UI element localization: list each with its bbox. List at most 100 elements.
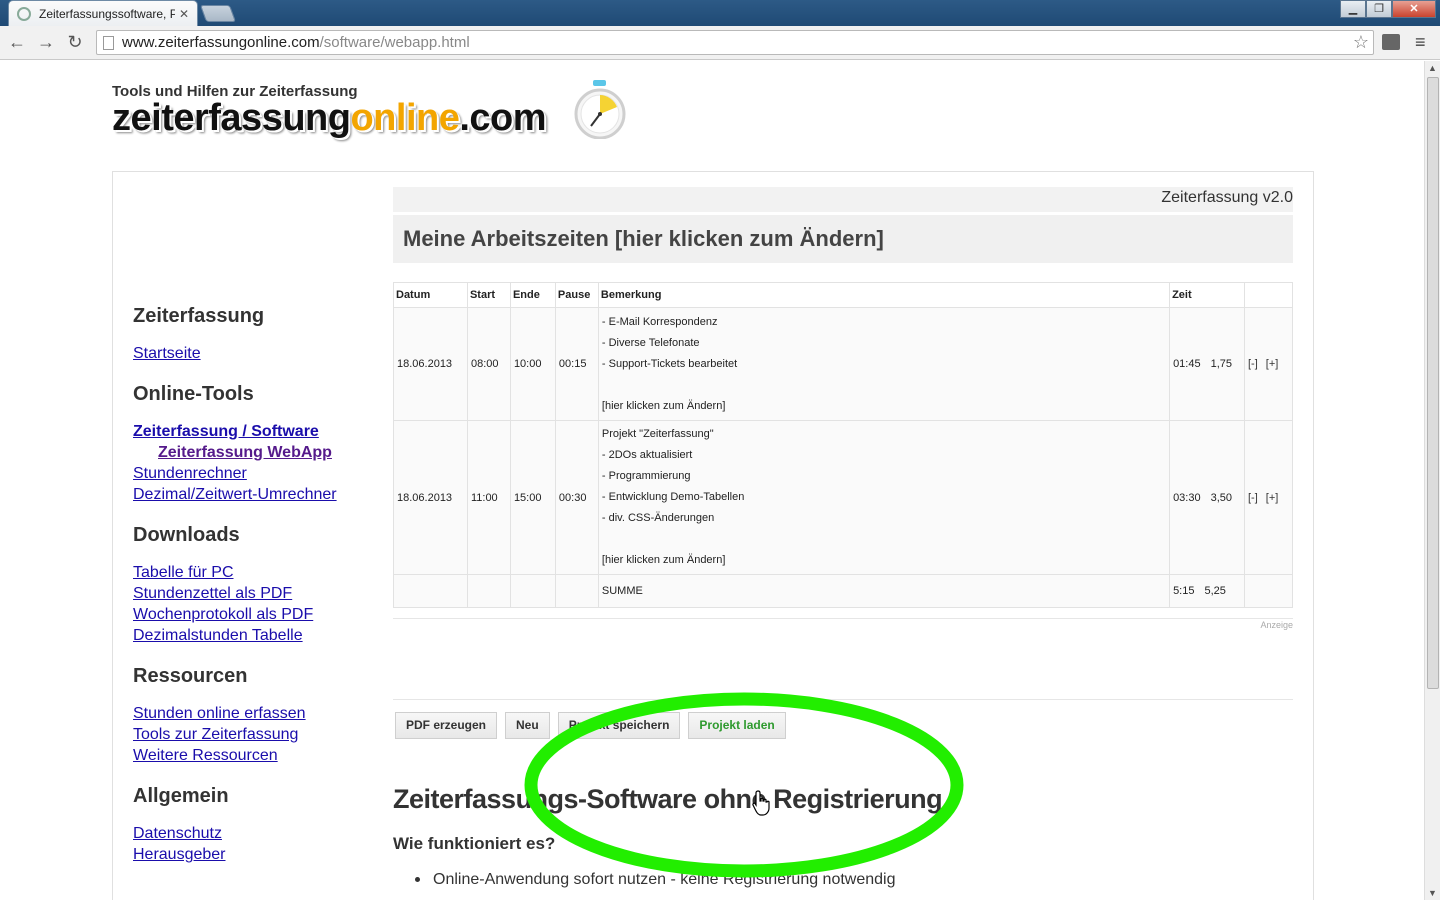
page-icon — [103, 35, 114, 50]
zeit-value: 01:45 — [1173, 358, 1201, 370]
sidebar-link-stunden-online[interactable]: Stunden online erfassen — [133, 703, 373, 724]
divider — [393, 699, 1293, 700]
new-tab-button[interactable] — [199, 5, 237, 22]
menu-icon[interactable]: ≡ — [1415, 32, 1426, 53]
sidebar-heading-downloads: Downloads — [133, 524, 240, 546]
cell-actions: [-] [+] — [1244, 307, 1293, 421]
sidebar-link-dezimalstunden[interactable]: Dezimalstunden Tabelle — [133, 625, 373, 646]
remark-line: - Diverse Telefonate — [601, 336, 700, 349]
remark-line: - Support-Tickets bearbeitet — [601, 357, 738, 370]
app-version: Zeiterfassung v2.0 — [393, 187, 1293, 212]
feature-list: Online-Anwendung sofort nutzen - keine R… — [415, 871, 896, 889]
col-header-datum: Datum — [393, 282, 468, 308]
cell-ende[interactable]: 10:00 — [509, 307, 556, 421]
sidebar-link-weitere-ressourcen[interactable]: Weitere Ressourcen — [133, 745, 373, 766]
browser-toolbar: ← → ↻ www.zeiterfassungonline.com/softwa… — [0, 26, 1440, 60]
reload-icon[interactable]: ↻ — [64, 32, 86, 53]
add-row-button[interactable]: [+] — [1266, 492, 1279, 504]
sidebar-link-herausgeber[interactable]: Herausgeber — [133, 844, 373, 865]
divider — [393, 618, 1293, 619]
site-logo[interactable]: zeiterfassungonline.com — [112, 97, 547, 140]
zeit-dezimal: 1,75 — [1210, 358, 1233, 370]
pdf-button[interactable]: PDF erzeugen — [395, 712, 498, 739]
col-header-start: Start — [466, 282, 511, 308]
cell-pause[interactable]: 00:15 — [554, 307, 599, 421]
sidebar-heading-zeiterfassung: Zeiterfassung — [133, 305, 265, 327]
sidebar-link-zeiterfassung-software[interactable]: Zeiterfassung / Software — [133, 421, 373, 442]
load-project-button[interactable]: Projekt laden — [688, 712, 786, 739]
sidebar-link-tools[interactable]: Tools zur Zeiterfassung — [133, 724, 373, 745]
sidebar-link-stundenrechner[interactable]: Stundenrechner — [133, 463, 373, 484]
hand-cursor-icon — [752, 790, 770, 816]
address-bar[interactable]: www.zeiterfassungonline.com/software/web… — [96, 30, 1374, 55]
sidebar-link-umrechner[interactable]: Dezimal/Zeitwert-Umrechner — [133, 484, 373, 505]
col-header-bemerkung: Bemerkung — [597, 282, 1171, 308]
sidebar-link-wochenprotokoll-pdf[interactable]: Wochenprotokoll als PDF — [133, 604, 373, 625]
zeit-dezimal: 3,50 — [1210, 491, 1233, 504]
remark-line: - 2DOs aktualisiert — [601, 449, 693, 461]
list-item-text: Online-Anwendung sofort nutzen - keine R… — [433, 871, 896, 888]
add-row-button[interactable]: [+] — [1266, 358, 1279, 370]
sidebar-heading-allgemein: Allgemein — [133, 785, 229, 807]
new-button[interactable]: Neu — [505, 712, 550, 739]
web-page: Tools und Hilfen zur Zeiterfassung zeite… — [0, 61, 1424, 900]
save-project-button[interactable]: Projekt speichern — [557, 712, 681, 739]
scroll-down-arrow-icon[interactable]: ▼ — [1428, 888, 1437, 898]
bookmark-star-icon[interactable]: ☆ — [1353, 32, 1369, 53]
cell-zeit: 03:30 3,50 — [1169, 420, 1245, 575]
scroll-up-arrow-icon[interactable]: ▲ — [1428, 63, 1437, 73]
sum-zeit: 5:15 — [1173, 585, 1195, 597]
sidebar-heading-ressourcen: Ressourcen — [133, 665, 248, 687]
extension-chart-icon[interactable] — [1382, 34, 1400, 50]
cell-datum[interactable]: 18.06.2013 — [393, 307, 468, 421]
forward-arrow-icon[interactable]: → — [35, 32, 57, 53]
time-table: Datum Start Ende Pause Bemerkung Zeit 18… — [393, 282, 1293, 608]
back-arrow-icon[interactable]: ← — [6, 32, 28, 53]
content-subheading: Wie funktioniert es? — [393, 834, 556, 853]
tab-title: Zeiterfassungssoftware, P — [39, 6, 175, 21]
remove-row-button[interactable]: [-] — [1248, 492, 1258, 504]
sidebar-heading-online-tools: Online-Tools — [133, 383, 254, 405]
cell-start[interactable]: 08:00 — [466, 307, 511, 421]
logo-part-1: zeiterfassung — [112, 97, 351, 139]
tab-close-icon[interactable]: ✕ — [179, 7, 189, 21]
remark-edit-hint[interactable]: [hier klicken zum Ändern] — [602, 396, 1169, 417]
sum-label: SUMME — [597, 574, 1171, 608]
sidebar-link-datenschutz[interactable]: Datenschutz — [133, 823, 373, 844]
cell-start[interactable]: 11:00 — [466, 420, 511, 575]
table-row[interactable]: 18.06.2013 08:00 10:00 00:15 - E-Mail Ko… — [393, 307, 1293, 421]
cell-bemerkung[interactable]: - E-Mail Korrespondenz - Diverse Telefon… — [597, 307, 1171, 421]
url-host: www.zeiterfassungonline.com — [122, 34, 320, 51]
col-header-pause: Pause — [554, 282, 599, 308]
remark-line: - Programmierung — [601, 470, 691, 482]
action-buttons: PDF erzeugen Neu Projekt speichern Proje… — [395, 712, 786, 739]
cell-bemerkung[interactable]: Projekt "Zeiterfassung" - 2DOs aktualisi… — [597, 420, 1171, 575]
sum-dezimal: 5,25 — [1204, 585, 1226, 597]
vertical-scrollbar[interactable]: ▲ ▼ — [1424, 61, 1440, 900]
sum-zeit-cell: 5:15 5,25 — [1169, 574, 1245, 608]
table-header-row: Datum Start Ende Pause Bemerkung Zeit — [393, 282, 1293, 308]
cell-actions: [-] [+] — [1244, 420, 1293, 575]
restore-button[interactable]: ❐ — [1366, 0, 1392, 18]
remark-line: - E-Mail Korrespondenz — [601, 315, 718, 328]
logo-part-3: .com — [459, 97, 547, 139]
list-item: Online-Anwendung sofort nutzen - keine R… — [415, 871, 896, 889]
sidebar-link-tabelle-pc[interactable]: Tabelle für PC — [133, 562, 373, 583]
sum-row: SUMME 5:15 5,25 — [393, 574, 1293, 608]
close-window-button[interactable]: ✕ — [1392, 0, 1436, 18]
cell-datum[interactable]: 18.06.2013 — [393, 420, 468, 575]
table-row[interactable]: 18.06.2013 11:00 15:00 00:30 Projekt "Ze… — [393, 420, 1293, 575]
app-title[interactable]: Meine Arbeitszeiten [hier klicken zum Än… — [393, 215, 1293, 263]
scrollbar-thumb[interactable] — [1427, 77, 1439, 689]
cell-ende[interactable]: 15:00 — [509, 420, 556, 575]
minimize-button[interactable]: ▁ — [1340, 0, 1366, 18]
sidebar-link-zeiterfassung-webapp[interactable]: Zeiterfassung WebApp — [133, 442, 373, 463]
browser-tab[interactable]: Zeiterfassungssoftware, P ✕ — [8, 0, 198, 26]
content-heading: Zeiterfassungs-Software ohne Registrieru… — [393, 784, 943, 814]
sidebar-link-stundenzettel-pdf[interactable]: Stundenzettel als PDF — [133, 583, 373, 604]
remark-line: - Entwicklung Demo-Tabellen — [601, 491, 745, 503]
cell-pause[interactable]: 00:30 — [554, 420, 599, 575]
sidebar-link-startseite[interactable]: Startseite — [133, 343, 373, 364]
remark-edit-hint[interactable]: [hier klicken zum Ändern] — [602, 550, 1169, 571]
remove-row-button[interactable]: [-] — [1248, 358, 1258, 370]
